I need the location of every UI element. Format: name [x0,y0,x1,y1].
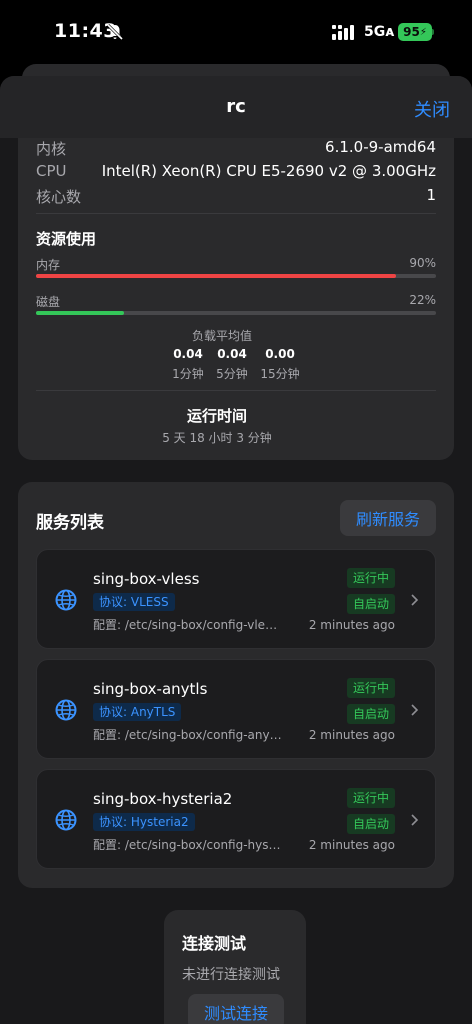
uptime-value: 5 天 18 小时 3 分钟 [162,431,272,445]
disk-bar [36,311,436,315]
status-badge: 运行中 [346,678,395,698]
load-5min-label: 5分钟 [216,367,248,381]
globe-icon [55,589,77,611]
close-button[interactable]: 关闭 [414,96,450,122]
signal-icon [332,25,354,40]
globe-icon [55,699,77,721]
autostart-badge: 自启动 [346,594,395,614]
service-item[interactable]: sing-box-vless 协议: VLESS 配置: /etc/sing-b… [36,549,436,649]
service-config-path: 配置: /etc/sing-box/config-hysteria2.json [93,838,283,852]
protocol-badge: 协议: AnyTLS [93,703,182,721]
test-connection-button[interactable]: 测试连接 [188,994,284,1024]
protocol-badge: 协议: Hysteria2 [93,813,195,831]
service-name: sing-box-anytls [93,680,208,698]
refresh-services-button[interactable]: 刷新服务 [340,500,436,536]
services-title: 服务列表 [36,513,104,533]
services-card: 服务列表 刷新服务 sing-box-vless 协议: VLESS 配置: /… [18,482,454,888]
sheet-header: rc 关闭 [0,76,472,138]
autostart-badge: 自启动 [346,704,395,724]
page-title: rc [226,96,246,117]
chevron-right-icon [411,704,419,716]
service-config-path: 配置: /etc/sing-box/config-anytls.json [93,728,283,742]
charging-icon: ⚡ [419,26,427,38]
battery-cap [432,29,434,35]
service-updated-time: 2 minutes ago [308,838,395,852]
connection-test-card: 连接测试 未进行连接测试 测试连接 [164,910,306,1024]
cpu-value: Intel(R) Xeon(R) CPU E5-2690 v2 @ 3.00GH… [101,162,436,180]
cores-label: 核心数 [36,188,82,206]
kernel-label: 内核 [36,140,67,158]
status-badge: 运行中 [346,568,395,588]
disk-percent: 22% [409,293,436,307]
kernel-value: 6.1.0-9-amd64 [325,138,436,156]
memory-bar [36,274,436,278]
disk-bar-fill [36,311,124,315]
uptime-title: 运行时间 [186,407,247,425]
load-5min: 0.04 5分钟 [210,347,254,382]
service-updated-time: 2 minutes ago [308,618,395,632]
globe-icon [55,809,77,831]
chevron-right-icon [411,594,419,606]
status-bar: 11:43 5Gᴀ 95 ⚡ [0,0,472,62]
cores-value: 1 [426,186,436,204]
service-item[interactable]: sing-box-hysteria2 协议: Hysteria2 配置: /et… [36,769,436,869]
load-5min-value: 0.04 [217,347,247,361]
load-1min: 0.04 1分钟 [166,347,210,382]
autostart-badge: 自启动 [346,814,395,834]
protocol-badge: 协议: VLESS [93,593,175,611]
network-type: 5Gᴀ [364,24,395,40]
cores-row: 核心数 1 [36,186,436,207]
connection-test-status: 未进行连接测试 [182,967,280,983]
cpu-label: CPU [36,162,67,180]
load-15min-value: 0.00 [265,347,295,361]
memory-label: 内存 [36,258,61,272]
chevron-right-icon [411,814,419,826]
battery-icon: 95 ⚡ [398,23,432,41]
service-name: sing-box-hysteria2 [93,790,233,808]
kernel-row: 内核 6.1.0-9-amd64 [36,138,436,159]
divider [36,213,436,214]
service-item[interactable]: sing-box-anytls 协议: AnyTLS 配置: /etc/sing… [36,659,436,759]
disk-label: 磁盘 [36,295,61,309]
divider [36,390,436,391]
service-updated-time: 2 minutes ago [308,728,395,742]
load-15min: 0.00 15分钟 [258,347,302,382]
load-15min-label: 15分钟 [260,367,300,381]
status-badge: 运行中 [346,788,395,808]
service-config-path: 配置: /etc/sing-box/config-vless.json [93,618,283,632]
bell-muted-icon [106,23,124,41]
memory-percent: 90% [409,256,436,270]
connection-test-title: 连接测试 [182,934,247,953]
cpu-row: CPU Intel(R) Xeon(R) CPU E5-2690 v2 @ 3.… [36,162,436,180]
memory-bar-fill [36,274,396,278]
resources-title: 资源使用 [36,230,97,248]
battery-level: 95 [403,25,420,39]
load-1min-value: 0.04 [173,347,203,361]
server-detail-sheet: rc 关闭 内核 6.1.0-9-amd64 CPU Intel(R) Xeon… [0,76,472,1024]
service-name: sing-box-vless [93,570,200,588]
load-1min-label: 1分钟 [172,367,204,381]
load-average-title: 负载平均值 [191,329,252,343]
